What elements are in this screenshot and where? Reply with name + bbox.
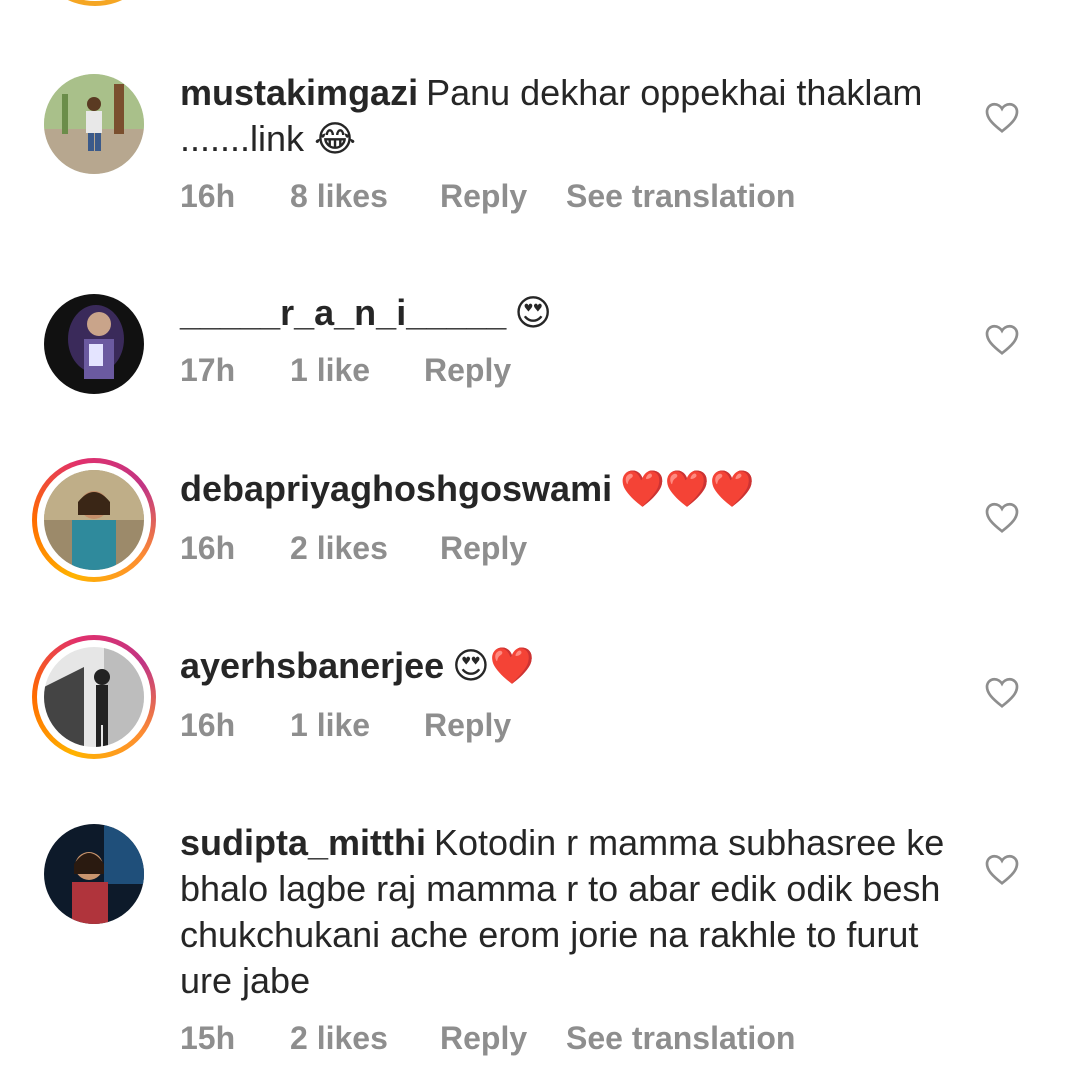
comment-username[interactable]: ayerhsbanerjee — [180, 645, 444, 686]
comment-username[interactable]: _____r_a_n_i_____ — [180, 292, 506, 333]
comment-username[interactable]: debapriyaghoshgoswami — [180, 468, 612, 509]
heart-outline-icon[interactable] — [984, 852, 1020, 886]
reply-button[interactable]: Reply — [424, 707, 511, 744]
comment-text: mustakimgazi Panu dekhar oppekhai thaklam… — [180, 70, 950, 163]
comment-emoji: ❤️❤️❤️ — [620, 469, 755, 510]
avatar[interactable] — [44, 74, 144, 174]
avatar[interactable] — [44, 470, 144, 570]
comment-emoji: 😍❤️ — [452, 646, 535, 687]
heart-outline-icon[interactable] — [984, 322, 1020, 356]
comment-time: 16h — [180, 530, 236, 566]
comment-text: sudipta_mitthi Kotodin r mamma subhasree … — [180, 820, 950, 1004]
reply-button[interactable]: Reply — [440, 178, 566, 215]
comment-text: ayerhsbanerjee 😍❤️ — [180, 643, 950, 690]
comment-likes[interactable]: 2 likes — [290, 530, 440, 567]
comment-emoji: 😍 — [514, 293, 552, 334]
story-ring[interactable] — [32, 635, 156, 759]
heart-outline-icon[interactable] — [984, 500, 1020, 534]
avatar[interactable] — [44, 824, 144, 924]
comment-likes[interactable]: 1 like — [290, 352, 424, 389]
comment-text: _____r_a_n_i_____ 😍 — [180, 290, 950, 337]
comment-meta: 16h 2 likes Reply — [180, 530, 527, 567]
comment-likes[interactable]: 8 likes — [290, 178, 440, 215]
comment-username[interactable]: sudipta_mitthi — [180, 822, 426, 863]
comment-username[interactable]: mustakimgazi — [180, 72, 418, 113]
comment-likes[interactable]: 1 like — [290, 707, 424, 744]
comment-meta: 15h 2 likes Reply See translation — [180, 1020, 795, 1057]
comment-time: 17h — [180, 352, 236, 388]
heart-outline-icon[interactable] — [984, 675, 1020, 709]
avatar[interactable] — [44, 294, 144, 394]
see-translation-button[interactable]: See translation — [566, 1020, 795, 1057]
comment-time: 16h — [180, 707, 236, 743]
story-ring[interactable] — [32, 458, 156, 582]
see-translation-button[interactable]: See translation — [566, 178, 795, 215]
reply-button[interactable]: Reply — [440, 530, 527, 567]
comment-time: 15h — [180, 1020, 236, 1056]
comment-likes[interactable]: 2 likes — [290, 1020, 440, 1057]
comment-meta: 16h 1 like Reply — [180, 707, 511, 744]
reply-button[interactable]: Reply — [424, 352, 511, 389]
comment-meta: 17h 1 like Reply — [180, 352, 511, 389]
heart-outline-icon[interactable] — [984, 100, 1020, 134]
comment-meta: 16h 8 likes Reply See translation — [180, 178, 795, 215]
avatar[interactable] — [44, 647, 144, 747]
comment-emoji: 😂 — [314, 119, 357, 160]
story-ring-partial — [40, 0, 150, 6]
comment-text: debapriyaghoshgoswami ❤️❤️❤️ — [180, 466, 950, 513]
comment-time: 16h — [180, 178, 236, 214]
reply-button[interactable]: Reply — [440, 1020, 566, 1057]
